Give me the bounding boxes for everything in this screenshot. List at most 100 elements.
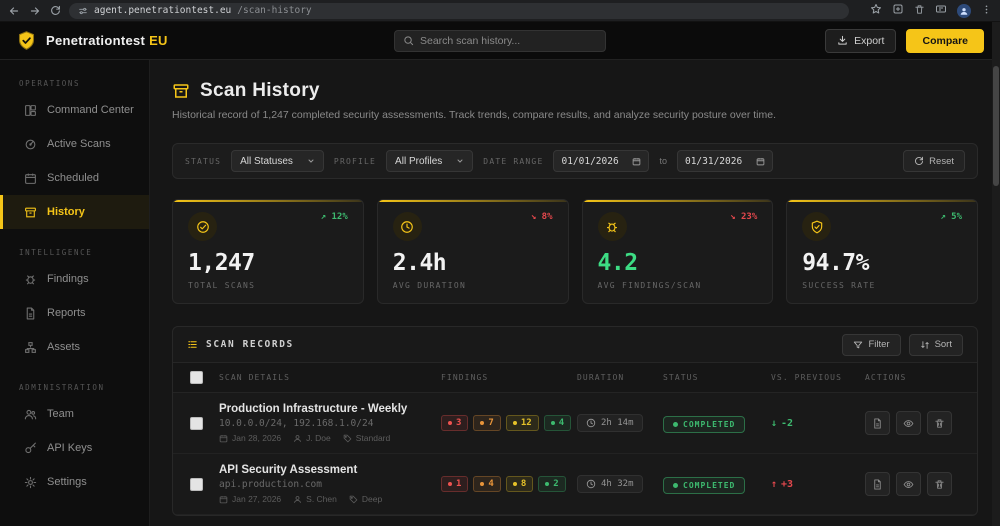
browser-forward-icon[interactable] bbox=[29, 5, 41, 17]
stat-card-avg-duration: ↘ 8% 2.4h AVG DURATION bbox=[377, 199, 569, 304]
delete-button[interactable] bbox=[927, 411, 952, 435]
scrollbar-thumb[interactable] bbox=[993, 66, 999, 186]
radar-icon bbox=[24, 138, 37, 151]
reset-button[interactable]: Reset bbox=[903, 150, 965, 172]
browser-menu-icon[interactable] bbox=[981, 2, 992, 20]
status-select[interactable]: All Statuses bbox=[231, 150, 324, 172]
arrow-up-icon: ↑ bbox=[771, 479, 777, 490]
file-icon bbox=[24, 307, 37, 320]
scan-target: api.production.com bbox=[219, 479, 441, 490]
tag-icon bbox=[349, 495, 358, 504]
list-icon bbox=[187, 339, 198, 350]
scan-owner: S. Chen bbox=[306, 494, 337, 504]
url-bar[interactable]: agent.penetrationtest.eu/scan-history bbox=[69, 3, 849, 19]
brand: Penetrationtest EU bbox=[16, 30, 168, 51]
col-status: STATUS bbox=[663, 373, 771, 382]
report-button[interactable] bbox=[865, 411, 890, 435]
view-button[interactable] bbox=[896, 472, 921, 496]
badge-medium: 8 bbox=[506, 476, 533, 492]
stat-value: 1,247 bbox=[188, 250, 348, 276]
row-checkbox[interactable] bbox=[190, 478, 203, 491]
sort-button[interactable]: Sort bbox=[909, 334, 963, 356]
col-vs-previous: VS. PREVIOUS bbox=[771, 373, 865, 382]
new-tab-icon[interactable] bbox=[892, 2, 904, 20]
select-all-checkbox[interactable] bbox=[190, 371, 203, 384]
browser-back-icon[interactable] bbox=[8, 5, 20, 17]
chevron-down-icon bbox=[307, 157, 315, 165]
profile-avatar[interactable] bbox=[957, 4, 971, 18]
arrow-down-icon: ↓ bbox=[771, 418, 777, 429]
duration-chip: 2h 14m bbox=[577, 414, 643, 432]
sidebar-item-history[interactable]: History bbox=[0, 195, 149, 229]
badge-critical: 3 bbox=[441, 415, 468, 431]
search-input[interactable] bbox=[420, 35, 597, 47]
scan-profile: Standard bbox=[356, 433, 391, 443]
browser-refresh-icon[interactable] bbox=[50, 5, 61, 16]
findings-badges: 3 7 12 4 bbox=[441, 415, 577, 431]
site-settings-icon[interactable] bbox=[78, 6, 88, 16]
delete-button[interactable] bbox=[927, 472, 952, 496]
calendar-icon bbox=[24, 172, 37, 185]
clock-icon bbox=[393, 212, 422, 241]
sidebar-item-reports[interactable]: Reports bbox=[0, 296, 149, 330]
delete-browsing-icon[interactable] bbox=[914, 2, 925, 20]
user-icon bbox=[293, 495, 302, 504]
scan-date: Jan 27, 2026 bbox=[232, 494, 281, 504]
media-controls-icon[interactable] bbox=[935, 2, 947, 20]
calendar-icon[interactable] bbox=[756, 157, 765, 166]
url-path: /scan-history bbox=[237, 5, 311, 16]
sidebar-item-scheduled[interactable]: Scheduled bbox=[0, 161, 149, 195]
scan-owner: J. Doe bbox=[306, 433, 331, 443]
duration-chip: 4h 32m bbox=[577, 475, 643, 493]
col-actions: ACTIONS bbox=[865, 373, 977, 382]
calendar-icon[interactable] bbox=[632, 157, 641, 166]
view-button[interactable] bbox=[896, 411, 921, 435]
sidebar-item-team[interactable]: Team bbox=[0, 397, 149, 431]
sitemap-icon bbox=[24, 341, 37, 354]
sidebar-item-settings[interactable]: Settings bbox=[0, 465, 149, 499]
vs-previous: ↑+3 bbox=[771, 479, 865, 490]
browser-bar: agent.penetrationtest.eu/scan-history bbox=[0, 0, 1000, 22]
shield-icon bbox=[802, 212, 831, 241]
stat-value: 2.4h bbox=[393, 250, 553, 276]
vs-previous: ↓-2 bbox=[771, 418, 865, 429]
trend-badge: ↘ 8% bbox=[531, 212, 553, 222]
archive-icon bbox=[24, 206, 37, 219]
scan-date: Jan 28, 2026 bbox=[232, 433, 281, 443]
row-checkbox[interactable] bbox=[190, 417, 203, 430]
stat-label: SUCCESS RATE bbox=[802, 281, 962, 290]
col-findings: FINDINGS bbox=[441, 373, 577, 382]
date-to-input[interactable]: 01/31/2026 bbox=[677, 150, 773, 172]
report-button[interactable] bbox=[865, 472, 890, 496]
sidebar-item-findings[interactable]: Findings bbox=[0, 262, 149, 296]
sidebar-item-active-scans[interactable]: Active Scans bbox=[0, 127, 149, 161]
page-scrollbar[interactable] bbox=[992, 22, 1000, 526]
filter-button[interactable]: Filter bbox=[842, 334, 900, 356]
brand-name: Penetrationtest bbox=[46, 33, 145, 48]
users-icon bbox=[24, 408, 37, 421]
stat-card-total-scans: ↗ 12% 1,247 TOTAL SCANS bbox=[172, 199, 364, 304]
screen: agent.penetrationtest.eu/scan-history Pe… bbox=[0, 0, 1000, 526]
sidebar-section-operations: OPERATIONS bbox=[0, 70, 149, 93]
sidebar-item-assets[interactable]: Assets bbox=[0, 330, 149, 364]
date-from-input[interactable]: 01/01/2026 bbox=[553, 150, 649, 172]
key-icon bbox=[24, 442, 37, 455]
stat-value: 94.7% bbox=[802, 250, 962, 276]
sidebar-item-command-center[interactable]: Command Center bbox=[0, 93, 149, 127]
date-range-label: DATE RANGE bbox=[483, 157, 543, 166]
check-circle-icon bbox=[188, 212, 217, 241]
filter-bar: STATUS All Statuses PROFILE All Profiles… bbox=[172, 143, 978, 179]
profile-select[interactable]: All Profiles bbox=[386, 150, 473, 172]
stat-card-avg-findings: ↘ 23% 4.2 AVG FINDINGS/SCAN bbox=[582, 199, 774, 304]
stat-value: 4.2 bbox=[598, 250, 758, 276]
brand-accent: EU bbox=[149, 33, 168, 48]
sidebar-item-api-keys[interactable]: API Keys bbox=[0, 431, 149, 465]
table-header: SCAN DETAILS FINDINGS DURATION STATUS VS… bbox=[173, 363, 977, 393]
global-search[interactable] bbox=[394, 30, 606, 52]
export-button[interactable]: Export bbox=[825, 29, 896, 53]
stat-label: TOTAL SCANS bbox=[188, 281, 348, 290]
bug-icon bbox=[24, 273, 37, 286]
bookmark-star-icon[interactable] bbox=[870, 2, 882, 20]
badge-medium: 12 bbox=[506, 415, 539, 431]
compare-button[interactable]: Compare bbox=[906, 29, 984, 53]
